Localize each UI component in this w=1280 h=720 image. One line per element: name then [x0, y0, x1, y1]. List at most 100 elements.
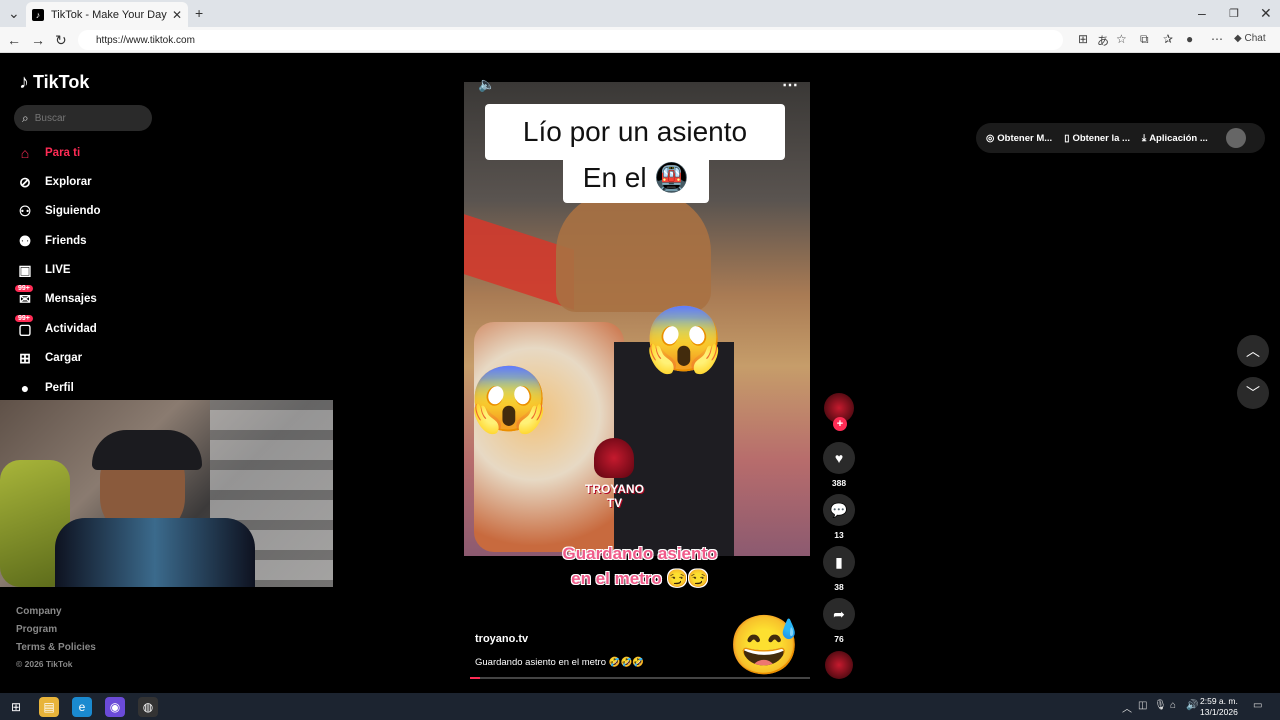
- profile-icon[interactable]: ●: [1186, 32, 1193, 46]
- sidebar-item-siguiendo[interactable]: ⚇ Siguiendo: [17, 200, 101, 222]
- video-author[interactable]: troyano.tv: [475, 633, 528, 645]
- copilot-chat-button[interactable]: ◆ Chat: [1234, 33, 1266, 44]
- user-follow-icon: ⚇: [18, 202, 32, 219]
- watermark-line1: TROYANO: [585, 482, 644, 496]
- chevron-down-icon: ﹀: [1246, 385, 1260, 401]
- sidebar-item-mensajes[interactable]: ✉ 99+ Mensajes: [15, 284, 97, 310]
- clock-date: 13/1/2026: [1200, 707, 1238, 717]
- translate-icon[interactable]: あ: [1097, 32, 1109, 49]
- sidebar-item-para-ti[interactable]: ⌂ Para ti: [17, 142, 80, 164]
- extensions-icon[interactable]: ⧉: [1140, 32, 1149, 47]
- like-button[interactable]: ♥ 388: [823, 442, 855, 488]
- clock-time: 2:59 a. m.: [1200, 696, 1238, 706]
- sidebar-item-label: Cargar: [45, 352, 83, 364]
- get-app-button[interactable]: ▯ Obtener la ...: [1064, 133, 1130, 144]
- app-available-icon[interactable]: ⊞: [1078, 32, 1088, 46]
- window-close-icon[interactable]: ✕: [1260, 5, 1272, 22]
- home-icon: ⌂: [20, 145, 30, 161]
- avatar: ●: [20, 380, 30, 396]
- notifications-icon[interactable]: ▭: [1253, 700, 1262, 711]
- tiktok-favicon-icon: ♪: [32, 8, 44, 21]
- search-box[interactable]: ⌕: [14, 105, 152, 131]
- comment-count: 13: [834, 530, 844, 540]
- file-explorer-icon[interactable]: ▤: [39, 697, 59, 717]
- reload-icon[interactable]: ↻: [55, 32, 67, 49]
- search-input[interactable]: [34, 112, 135, 124]
- minimize-icon[interactable]: –: [1198, 5, 1206, 21]
- url-field[interactable]: https://www.tiktok.com: [78, 30, 1063, 50]
- desktop-app-button[interactable]: ⤓ Aplicación ...: [1142, 133, 1208, 144]
- chat-label: Chat: [1244, 33, 1266, 44]
- sidebar-item-cargar[interactable]: ⊞ Cargar: [17, 347, 82, 369]
- webcam-person-shirt: [55, 518, 255, 587]
- download-icon: ⤓: [1141, 132, 1147, 144]
- tiktok-logo[interactable]: ♪ TikTok: [19, 71, 89, 94]
- close-tab-icon[interactable]: ✕: [172, 8, 182, 22]
- comment-button[interactable]: 💬 13: [823, 494, 855, 540]
- sidebar-item-friends[interactable]: ⚉ Friends: [17, 230, 87, 252]
- tiktok-note-icon: ♪: [19, 71, 29, 93]
- more-menu-icon[interactable]: ⋯: [1211, 32, 1223, 46]
- edge-browser-icon[interactable]: e: [72, 697, 92, 717]
- sidebar-item-explorar[interactable]: ⊘ Explorar: [17, 171, 92, 193]
- favorites-icon[interactable]: ✰: [1163, 32, 1173, 46]
- footer-company-link[interactable]: Company: [16, 606, 62, 617]
- sidebar-item-actividad[interactable]: ▢ 99+ Actividad: [15, 314, 97, 340]
- get-app-label: Obtener la ...: [1072, 132, 1130, 144]
- video-progress-bar[interactable]: [470, 677, 810, 679]
- windows-taskbar: ⊞ ▤ e ◉ ◍ ︿ ◫ 🎙 ⌂ 🔊 2:59 a. m. 13/1/2026…: [0, 693, 1280, 720]
- browser-tab[interactable]: ♪ TikTok - Make Your Day ✕: [26, 2, 188, 27]
- video-person-hair: [556, 192, 711, 312]
- upload-icon: ⊞: [19, 349, 31, 366]
- sidebar-item-perfil[interactable]: ● Perfil: [17, 377, 74, 399]
- get-coins-button[interactable]: ◎ Obtener M...: [986, 133, 1052, 144]
- troyano-watermark: TROYANO TV: [585, 438, 644, 510]
- previous-video-button[interactable]: ︿: [1237, 335, 1269, 367]
- favorite-star-icon[interactable]: ☆: [1116, 32, 1127, 46]
- chevron-up-icon: ︿: [1246, 343, 1260, 359]
- new-tab-icon[interactable]: +: [195, 5, 203, 21]
- spartan-helmet-icon: [594, 438, 635, 478]
- more-options-icon[interactable]: ⋯: [782, 75, 798, 95]
- forward-icon[interactable]: →: [31, 32, 45, 48]
- save-count: 38: [834, 582, 844, 592]
- save-button[interactable]: ▮ 38: [823, 546, 855, 592]
- get-coins-label: Obtener M...: [997, 132, 1053, 144]
- follow-plus-button[interactable]: +: [833, 417, 847, 431]
- share-button[interactable]: ➦ 76: [823, 598, 855, 644]
- caption-line2: en el metro 😏😏: [571, 569, 709, 588]
- heart-icon: ♥: [823, 442, 855, 474]
- next-video-button[interactable]: ﹀: [1237, 377, 1269, 409]
- url-text: https://www.tiktok.com: [96, 34, 195, 46]
- browser-tab-bar: ⌄ ♪ TikTok - Make Your Day ✕ + – ❐ ✕: [0, 0, 1280, 27]
- windows-start-icon[interactable]: ⊞: [6, 697, 26, 717]
- sidebar-item-label: LIVE: [45, 264, 71, 276]
- tray-chevron-icon[interactable]: ︿: [1122, 700, 1132, 715]
- sidebar-item-label: Explorar: [45, 176, 92, 188]
- network-icon[interactable]: ⌂: [1170, 700, 1176, 711]
- app-icon[interactable]: ◉: [105, 697, 125, 717]
- footer-copyright: © 2026 TikTok: [16, 659, 73, 669]
- volume-icon[interactable]: 🔈: [478, 76, 495, 93]
- footer-terms-link[interactable]: Terms & Policies: [16, 642, 96, 653]
- user-avatar[interactable]: [1225, 128, 1246, 148]
- friends-icon: ⚉: [18, 232, 32, 249]
- compass-icon: ⊘: [19, 173, 31, 190]
- like-count: 388: [831, 478, 847, 488]
- music-disc-icon[interactable]: [825, 651, 853, 679]
- microphone-icon[interactable]: 🎙: [1154, 700, 1167, 711]
- restore-icon[interactable]: ❐: [1229, 7, 1239, 20]
- tray-app-icon[interactable]: ◫: [1138, 700, 1147, 711]
- sidebar-item-label: Perfil: [45, 382, 74, 394]
- sidebar-item-label: Friends: [45, 235, 87, 247]
- speaker-icon[interactable]: 🔊: [1186, 700, 1198, 711]
- video-overlay-title: Lío por un asiento: [485, 104, 785, 160]
- caption-line1: Guardando asiento: [562, 544, 718, 563]
- tab-actions-chevron-icon[interactable]: ⌄: [8, 5, 20, 22]
- back-icon[interactable]: ←: [7, 32, 21, 48]
- obs-icon[interactable]: ◍: [138, 697, 158, 717]
- sweat-smile-emoji: 😅: [728, 613, 801, 678]
- sidebar-item-live[interactable]: ▣ LIVE: [17, 259, 71, 281]
- system-clock[interactable]: 2:59 a. m. 13/1/2026: [1200, 696, 1238, 718]
- footer-program-link[interactable]: Program: [16, 624, 57, 635]
